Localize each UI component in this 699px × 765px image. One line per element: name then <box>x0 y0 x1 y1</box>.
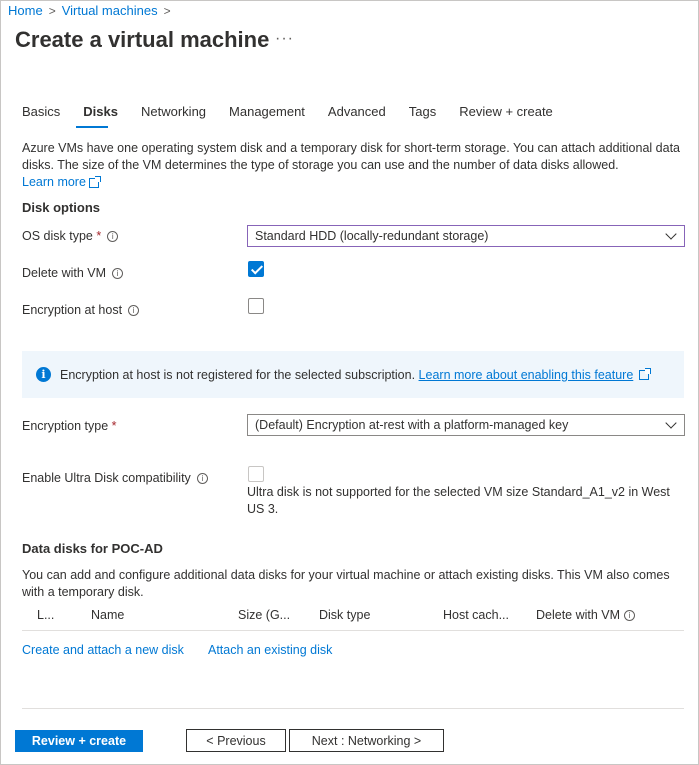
next-networking-button[interactable]: Next : Networking > <box>289 729 444 752</box>
info-bar-text: Encryption at host is not registered for… <box>60 367 652 382</box>
required-marker: * <box>96 229 102 243</box>
tab-management[interactable]: Management <box>229 104 305 123</box>
os-disk-type-text: OS disk type <box>22 229 93 243</box>
column-delete-with-vm[interactable]: Delete with VM i <box>536 608 636 622</box>
disk-options-heading: Disk options <box>22 200 101 215</box>
chevron-down-icon <box>660 415 684 435</box>
info-filled-icon: i <box>36 367 51 382</box>
delete-with-vm-text: Delete with VM <box>22 266 107 280</box>
learn-more-label: Learn more <box>22 175 86 189</box>
info-icon[interactable]: i <box>107 230 119 242</box>
tab-disks[interactable]: Disks <box>83 104 118 123</box>
encryption-at-host-label: Encryption at host i <box>22 303 140 317</box>
os-disk-type-value: Standard HDD (locally-redundant storage) <box>255 229 489 243</box>
breadcrumb-virtual-machines[interactable]: Virtual machines <box>62 3 158 18</box>
intro-text: Azure VMs have one operating system disk… <box>22 141 680 172</box>
external-link-icon <box>88 175 101 188</box>
data-disks-table-header: L... Name Size (G... Disk type Host cach… <box>22 606 684 631</box>
column-host-caching[interactable]: Host cach... <box>443 608 509 622</box>
ultra-disk-note: Ultra disk is not supported for the sele… <box>247 485 670 516</box>
info-icon[interactable]: i <box>128 304 140 316</box>
encryption-at-host-checkbox[interactable] <box>248 298 264 314</box>
column-delete-with-vm-label: Delete with VM <box>536 608 621 622</box>
info-icon[interactable]: i <box>196 472 208 484</box>
learn-more-link[interactable]: Learn more <box>22 175 101 189</box>
tab-bar: Basics Disks Networking Management Advan… <box>22 104 576 123</box>
page-title: Create a virtual machine <box>15 27 270 52</box>
delete-with-vm-label: Delete with VM i <box>22 266 124 280</box>
os-disk-type-select[interactable]: Standard HDD (locally-redundant storage) <box>247 225 685 247</box>
review-create-button[interactable]: Review + create <box>15 730 143 752</box>
column-disk-type[interactable]: Disk type <box>319 608 370 622</box>
encryption-info-bar: i Encryption at host is not registered f… <box>22 351 684 398</box>
learn-more-enabling-link[interactable]: Learn more about enabling this feature <box>419 368 634 382</box>
chevron-right-icon: > <box>48 3 56 18</box>
intro-description: Azure VMs have one operating system disk… <box>22 140 690 191</box>
column-size[interactable]: Size (G... <box>238 608 290 622</box>
delete-with-vm-checkbox[interactable] <box>248 261 264 277</box>
data-disks-heading: Data disks for POC-AD <box>22 541 163 556</box>
chevron-down-icon <box>660 226 684 246</box>
active-tab-indicator <box>76 126 108 128</box>
tab-tags[interactable]: Tags <box>409 104 436 123</box>
ultra-disk-label: Enable Ultra Disk compatibility i <box>22 471 208 485</box>
os-disk-type-label: OS disk type * i <box>22 229 119 243</box>
attach-existing-disk-link[interactable]: Attach an existing disk <box>208 643 332 657</box>
required-marker: * <box>111 419 117 433</box>
footer-divider <box>22 708 684 709</box>
ultra-disk-checkbox[interactable] <box>248 466 264 482</box>
info-bar-message: Encryption at host is not registered for… <box>60 367 416 382</box>
external-link-icon <box>639 368 652 381</box>
tab-networking[interactable]: Networking <box>141 104 206 123</box>
column-lun[interactable]: L... <box>37 608 54 622</box>
info-icon[interactable]: i <box>112 267 124 279</box>
breadcrumb: Home > Virtual machines > <box>8 3 171 18</box>
more-options-icon[interactable]: ··· <box>275 30 294 48</box>
previous-button[interactable]: < Previous <box>186 729 286 752</box>
data-disks-description: You can add and configure additional dat… <box>22 568 670 599</box>
encryption-type-text: Encryption type <box>22 419 109 433</box>
info-icon[interactable]: i <box>624 609 636 621</box>
chevron-right-icon: > <box>163 3 171 18</box>
create-attach-disk-link[interactable]: Create and attach a new disk <box>22 643 184 657</box>
tab-advanced[interactable]: Advanced <box>328 104 386 123</box>
tab-review-create[interactable]: Review + create <box>459 104 553 123</box>
encryption-type-value: (Default) Encryption at-rest with a plat… <box>255 418 569 432</box>
encryption-type-select[interactable]: (Default) Encryption at-rest with a plat… <box>247 414 685 436</box>
breadcrumb-home[interactable]: Home <box>8 3 43 18</box>
column-name[interactable]: Name <box>91 608 124 622</box>
encryption-at-host-text: Encryption at host <box>22 303 123 317</box>
encryption-type-label: Encryption type * <box>22 419 117 433</box>
tab-basics[interactable]: Basics <box>22 104 60 123</box>
ultra-disk-text: Enable Ultra Disk compatibility <box>22 471 191 485</box>
